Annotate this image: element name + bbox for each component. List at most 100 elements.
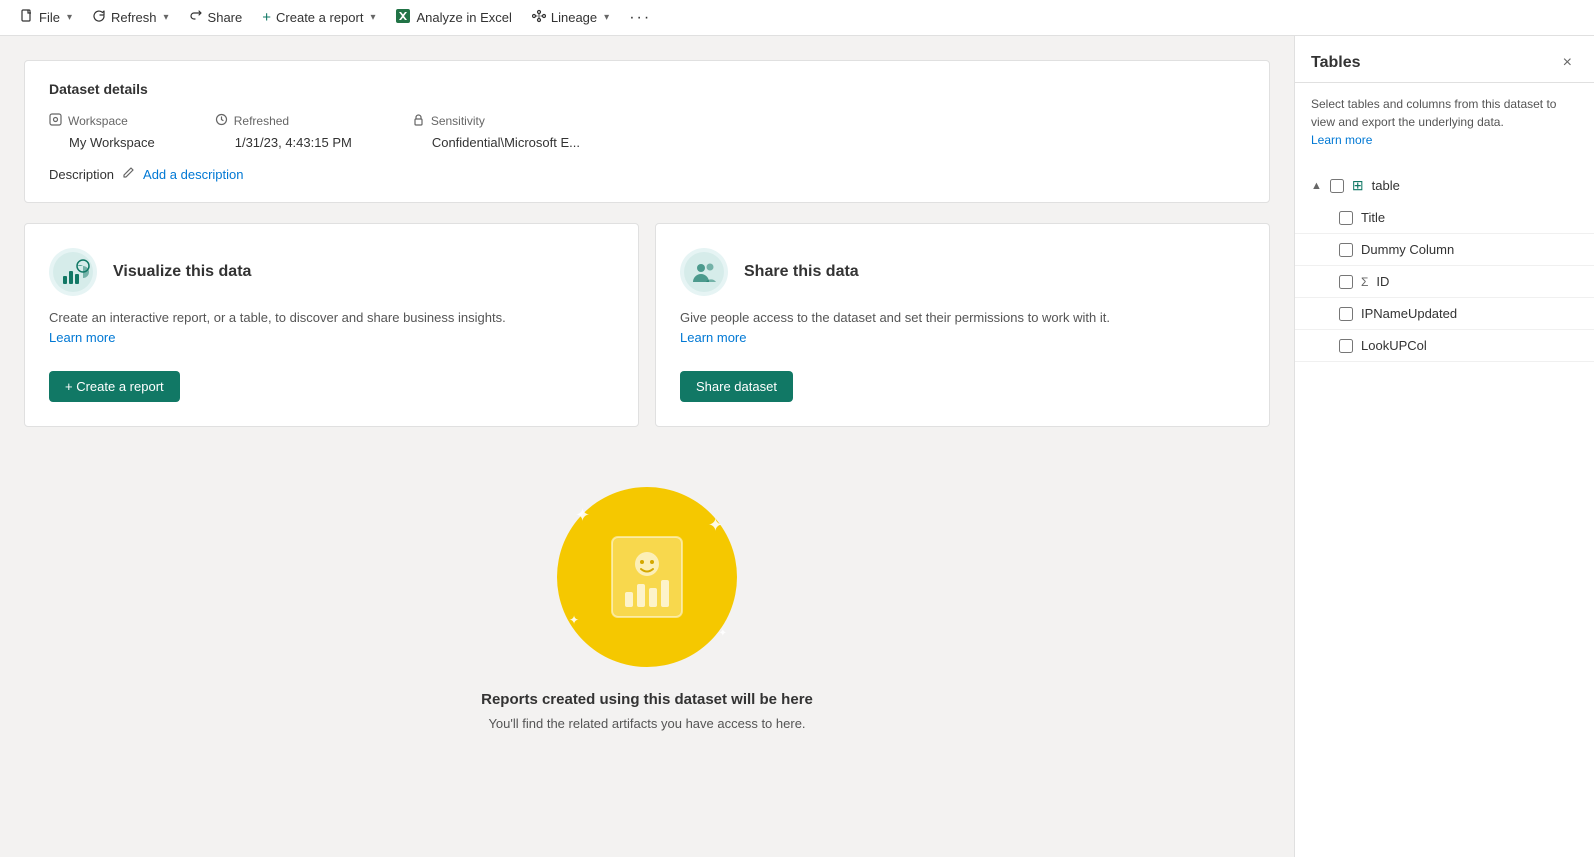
column-dummy-name: Dummy Column	[1361, 242, 1454, 257]
column-title-row: Title	[1295, 202, 1594, 234]
workspace-value: My Workspace	[49, 135, 155, 150]
dataset-details-card: Dataset details Workspace My Workspace	[24, 60, 1270, 203]
column-id-checkbox[interactable]	[1339, 275, 1353, 289]
tables-panel: Tables × Select tables and columns from …	[1294, 36, 1594, 857]
share-card-desc: Give people access to the dataset and se…	[680, 308, 1245, 347]
description-row: Description Add a description	[49, 166, 1245, 182]
column-dummy-checkbox[interactable]	[1339, 243, 1353, 257]
refreshed-group: Refreshed 1/31/23, 4:43:15 PM	[215, 113, 352, 150]
dataset-details-title: Dataset details	[49, 81, 1245, 97]
visualize-card-desc: Create an interactive report, or a table…	[49, 308, 614, 347]
excel-icon	[395, 8, 411, 27]
tables-panel-header: Tables ×	[1295, 36, 1594, 83]
column-id-name: ID	[1376, 274, 1389, 289]
column-ipname-row: IPNameUpdated	[1295, 298, 1594, 330]
workspace-icon	[49, 113, 62, 129]
column-ipname-name: IPNameUpdated	[1361, 306, 1457, 321]
create-report-action-btn[interactable]: + Create a report	[49, 371, 180, 402]
table-group-row[interactable]: ▲ ⊞ table	[1295, 169, 1594, 202]
clock-icon	[215, 113, 228, 129]
file-label: File	[39, 10, 60, 25]
more-button[interactable]: ···	[621, 5, 659, 31]
tables-learn-more[interactable]: Learn more	[1311, 133, 1372, 147]
share-button[interactable]: Share	[181, 5, 251, 30]
table-group-checkbox[interactable]	[1330, 179, 1344, 193]
tables-panel-title: Tables	[1311, 54, 1361, 72]
share-card-title: Share this data	[744, 263, 859, 281]
share-icon	[189, 9, 203, 26]
refresh-button[interactable]: Refresh ▾	[84, 5, 177, 30]
column-title-name: Title	[1361, 210, 1385, 225]
sensitivity-label-row: Sensitivity	[412, 113, 580, 129]
sparkle-tl-icon: ✦	[575, 505, 590, 526]
refreshed-label: Refreshed	[234, 114, 289, 128]
column-id-row: Σ ID	[1295, 266, 1594, 298]
plus-icon: +	[262, 9, 271, 26]
sensitivity-value: Confidential\Microsoft E...	[412, 135, 580, 150]
table-list: ▲ ⊞ table Title Dummy Column Σ ID I	[1295, 161, 1594, 370]
tables-panel-close-btn[interactable]: ×	[1557, 52, 1578, 74]
file-chevron: ▾	[67, 12, 72, 23]
sigma-icon: Σ	[1361, 275, 1368, 289]
tables-panel-desc: Select tables and columns from this data…	[1295, 83, 1594, 161]
column-lookup-row: LookUPCol	[1295, 330, 1594, 362]
lineage-icon	[532, 9, 546, 26]
sparkle-br-icon: ✦	[719, 628, 727, 639]
refresh-chevron: ▾	[164, 12, 169, 23]
analyze-excel-label: Analyze in Excel	[416, 10, 511, 25]
collapse-icon: ▲	[1311, 180, 1322, 192]
column-ipname-checkbox[interactable]	[1339, 307, 1353, 321]
share-card: Share this data Give people access to th…	[655, 223, 1270, 427]
lineage-button[interactable]: Lineage ▾	[524, 5, 617, 30]
visualize-card-title: Visualize this data	[113, 263, 251, 281]
action-cards-row: Visualize this data Create an interactiv…	[24, 223, 1270, 427]
table-group-name: table	[1372, 178, 1400, 193]
refreshed-label-row: Refreshed	[215, 113, 352, 129]
column-lookup-checkbox[interactable]	[1339, 339, 1353, 353]
empty-state-title: Reports created using this dataset will …	[481, 691, 813, 708]
refresh-icon	[92, 9, 106, 26]
column-title-checkbox[interactable]	[1339, 211, 1353, 225]
sensitivity-label: Sensitivity	[431, 114, 485, 128]
refresh-label: Refresh	[111, 10, 157, 25]
refreshed-value: 1/31/23, 4:43:15 PM	[215, 135, 352, 150]
lineage-chevron: ▾	[604, 12, 609, 23]
workspace-group: Workspace My Workspace	[49, 113, 155, 150]
empty-state: ✦ ✦ ✦ ✦	[24, 447, 1270, 771]
create-report-chevron: ▾	[370, 12, 375, 23]
analyze-excel-button[interactable]: Analyze in Excel	[387, 4, 519, 31]
more-label: ···	[629, 9, 651, 27]
lock-icon	[412, 113, 425, 129]
table-grid-icon: ⊞	[1352, 177, 1364, 194]
workspace-label: Workspace	[68, 114, 128, 128]
toolbar: File ▾ Refresh ▾ Share + Create a report…	[0, 0, 1594, 36]
empty-state-icon: ✦ ✦ ✦ ✦	[557, 487, 737, 667]
add-description-link[interactable]: Add a description	[143, 167, 243, 182]
share-label: Share	[208, 10, 243, 25]
share-icon-container	[680, 248, 728, 296]
main-layout: Dataset details Workspace My Workspace	[0, 36, 1594, 857]
dataset-meta-row: Workspace My Workspace Refreshed	[49, 113, 1245, 150]
share-dataset-btn[interactable]: Share dataset	[680, 371, 793, 402]
content-area: Dataset details Workspace My Workspace	[0, 36, 1294, 857]
create-report-label: Create a report	[276, 10, 363, 25]
file-button[interactable]: File ▾	[12, 5, 80, 30]
visualize-icon-container	[49, 248, 97, 296]
share-card-header: Share this data	[680, 248, 1245, 296]
description-label: Description	[49, 167, 114, 182]
edit-icon[interactable]	[122, 166, 135, 182]
column-dummy-row: Dummy Column	[1295, 234, 1594, 266]
create-report-button[interactable]: + Create a report ▾	[254, 5, 383, 30]
share-learn-more[interactable]: Learn more	[680, 330, 746, 345]
sensitivity-group: Sensitivity Confidential\Microsoft E...	[412, 113, 580, 150]
lineage-label: Lineage	[551, 10, 597, 25]
column-lookup-name: LookUPCol	[1361, 338, 1427, 353]
sparkle-bl-icon: ✦	[569, 613, 579, 627]
empty-state-desc: You'll find the related artifacts you ha…	[488, 716, 805, 731]
visualize-learn-more[interactable]: Learn more	[49, 330, 115, 345]
workspace-label-row: Workspace	[49, 113, 155, 129]
visualize-card: Visualize this data Create an interactiv…	[24, 223, 639, 427]
file-icon	[20, 9, 34, 26]
visualize-card-header: Visualize this data	[49, 248, 614, 296]
sparkle-tr-icon: ✦	[708, 515, 723, 536]
